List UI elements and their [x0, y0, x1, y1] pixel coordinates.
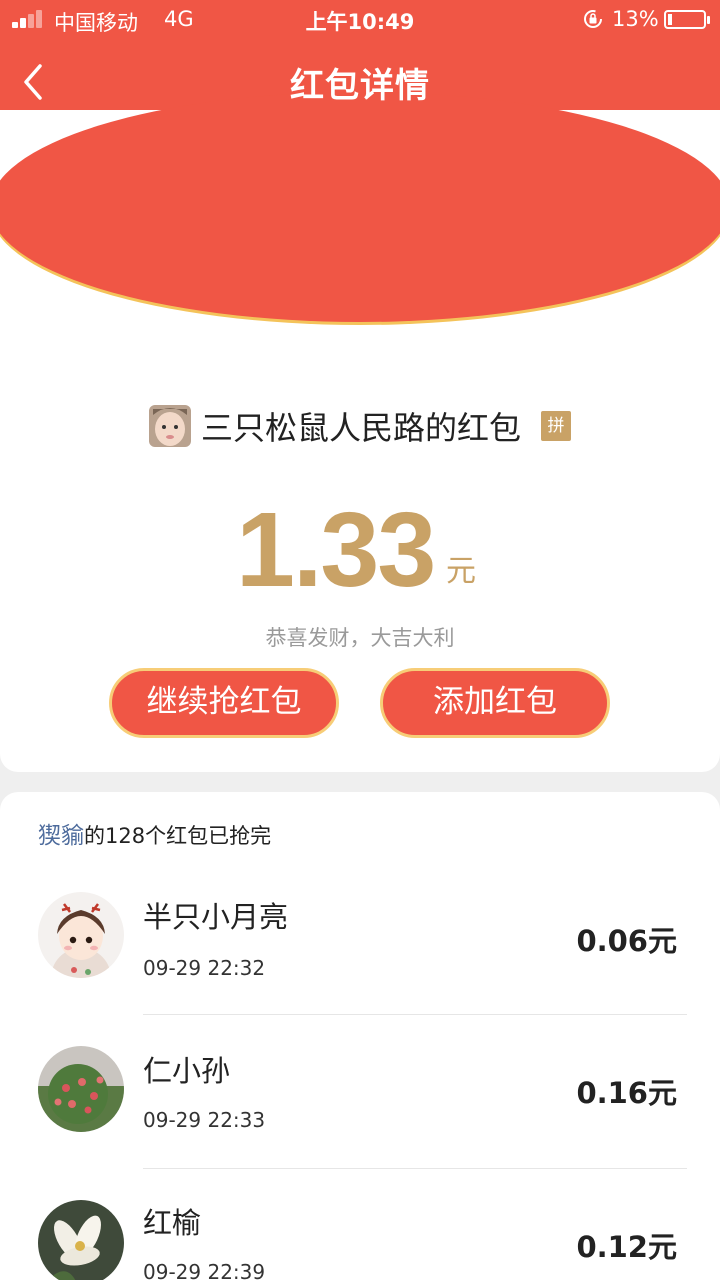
group-packet-badge: 拼: [541, 411, 571, 441]
sender-name: 三只松鼠人民路的红包: [200, 409, 521, 447]
continue-grab-button[interactable]: 继续抢红包: [109, 668, 339, 738]
status-bar: 中国移动 4G 上午10:49 13%: [0, 0, 720, 40]
recipient-avatar[interactable]: [38, 892, 124, 978]
recipient-time: 09-29 22:33: [143, 1108, 266, 1132]
summary-text: 的128个红包已抢完: [84, 824, 272, 848]
owner-nickname[interactable]: 猰貐: [38, 823, 84, 849]
list-item[interactable]: 半只小月亮 09-29 22:32 0.06元: [0, 880, 720, 1033]
list-item[interactable]: 红榆 09-29 22:39 0.12元: [0, 1188, 720, 1280]
recipient-avatar[interactable]: [38, 1200, 124, 1280]
blessing-text: 恭喜发财，大吉大利: [265, 626, 455, 650]
rotation-lock-icon: [584, 10, 602, 28]
recipient-name: 红榆: [143, 1206, 202, 1240]
amount-unit: 元: [446, 554, 476, 589]
sender-row: 三只松鼠人民路的红包 拼: [0, 400, 720, 452]
recipient-name: 仁小孙: [143, 1054, 231, 1088]
recipient-time: 09-29 22:39: [143, 1260, 266, 1280]
red-packet-detail-page: 中国移动 4G 上午10:49 13% 红包详情 三只松鼠人民路的红包 拼 1.…: [0, 0, 720, 1280]
recipient-amount: 0.16元: [576, 1076, 677, 1110]
add-packet-button[interactable]: 添加红包: [380, 668, 610, 738]
header-arc: [0, 92, 720, 322]
row-divider: [143, 1014, 687, 1015]
list-item[interactable]: 仁小孙 09-29 22:33 0.16元: [0, 1034, 720, 1187]
recipient-amount: 0.06元: [576, 924, 677, 958]
sender-avatar[interactable]: [148, 405, 191, 447]
recipient-amount: 0.12元: [576, 1230, 677, 1264]
recipient-name: 半只小月亮: [143, 900, 289, 934]
list-summary: 猰貐的128个红包已抢完: [38, 816, 271, 850]
page-title: 红包详情: [290, 66, 430, 106]
recipient-avatar[interactable]: [38, 1046, 124, 1132]
battery-icon: [664, 10, 710, 29]
amount-value: 1.33: [236, 491, 436, 609]
row-divider: [143, 1168, 687, 1169]
battery-percent: 13%: [612, 7, 659, 31]
recipient-time: 09-29 22:32: [143, 956, 266, 980]
